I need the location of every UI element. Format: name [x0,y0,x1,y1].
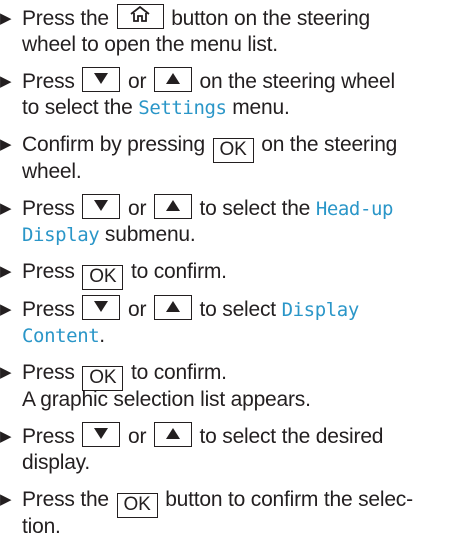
step-9: ▶ Press the OK button to confirm the sele… [0,486,459,540]
step-7-line-1: ▶ Press OK to confirm. [0,359,459,391]
step-4-line-1: ▶ Press or to select the Head-up [0,194,459,221]
step-1-text-c: wheel to open the menu list. [22,33,278,56]
home-button-key [116,4,164,29]
step-1: ▶ Press the button on the steering wheel … [0,4,459,58]
step-8-text-d: display. [22,451,91,474]
bullet-arrow-icon: ▶ [0,200,12,217]
home-icon [130,5,150,22]
up-key [153,194,192,219]
step-5-text-b: to confirm. [130,260,227,283]
up-key [153,67,192,92]
step-4-text-d: submenu. [104,223,196,246]
step-6-line-2: Content. [0,322,459,349]
display-content-menu-name-2: Content [22,325,100,347]
step-4: ▶ Press or to select the Head-up Display … [0,194,459,248]
step-6-text-a: Press [22,298,75,321]
bullet-arrow-icon: ▶ [0,263,12,280]
step-8-line-2: display. [0,449,459,476]
step-3-text-b: on the steering [261,133,398,156]
step-9-line-1: ▶ Press the OK button to confirm the sele… [0,486,459,518]
step-2-line-1: ▶ Press or on the steering wheel [0,67,459,94]
down-key [82,194,121,219]
display-content-menu-name-1: Display [281,299,360,321]
down-triangle-icon [94,73,109,84]
down-key [82,295,121,320]
step-3: ▶ Confirm by pressing OK on the steering … [0,131,459,185]
step-8-text-b: or [127,425,147,448]
step-2-line-2: to select the Settings menu. [0,94,459,121]
step-2-text-c: on the steering wheel [199,70,396,93]
step-6-line-1: ▶ Press or to select Display [0,295,459,322]
up-triangle-icon [165,428,180,439]
step-7-line-2: A graphic selection list appears. [0,386,459,413]
up-key [153,295,192,320]
step-5: ▶ Press OK to confirm. [0,258,459,290]
up-triangle-icon [165,73,180,84]
step-1-text-b: button on the steering [171,7,370,30]
step-6-text-d: . [99,324,105,347]
bullet-arrow-icon: ▶ [0,10,12,27]
down-triangle-icon [94,200,109,211]
step-1-text-a: Press the [22,7,109,30]
step-7-text-b: to confirm. [130,361,227,384]
step-7-text-a: Press [22,361,75,384]
step-9-line-2: tion. [0,513,459,540]
step-8-text-a: Press [22,425,75,448]
step-9-text-b: button to confirm the selec- [165,488,413,511]
bullet-arrow-icon: ▶ [0,364,12,381]
up-key [153,422,192,447]
up-triangle-icon [165,301,180,312]
ok-key: OK [212,138,254,163]
step-8: ▶ Press or to select the desired display. [0,422,459,476]
step-2-text-a: Press [22,70,75,93]
step-3-line-1: ▶ Confirm by pressing OK on the steering [0,131,459,163]
step-2-text-e: menu. [232,96,290,119]
step-4-text-c: to select the [199,197,311,220]
down-triangle-icon [94,428,109,439]
step-4-text-a: Press [22,197,75,220]
step-4-text-b: or [127,197,147,220]
step-6-text-b: or [127,298,147,321]
step-2-text-b: or [127,70,147,93]
step-6-text-c: to select [199,298,277,321]
step-1-line-2: wheel to open the menu list. [0,31,459,58]
step-8-line-1: ▶ Press or to select the desired [0,422,459,449]
step-5-line-1: ▶ Press OK to confirm. [0,258,459,290]
instruction-document: ▶ Press the button on the steering wheel … [0,0,459,541]
bullet-arrow-icon: ▶ [0,428,12,445]
down-key [82,422,121,447]
step-6: ▶ Press or to select Display Content. [0,295,459,349]
up-triangle-icon [165,200,180,211]
ok-key: OK [82,265,124,290]
display-menu-name: Display [22,224,100,246]
bullet-arrow-icon: ▶ [0,301,12,318]
down-key [82,67,121,92]
step-5-text-a: Press [22,260,75,283]
step-7-text-c: A graphic selection list appears. [22,388,311,411]
step-4-line-2: Display submenu. [0,221,459,248]
step-3-text-c: wheel. [22,160,82,183]
step-3-text-a: Confirm by pressing [22,133,205,156]
ok-key: OK [116,493,158,518]
step-1-line-1: ▶ Press the button on the steering [0,4,459,31]
step-2: ▶ Press or on the steering wheel to selec… [0,67,459,121]
step-9-text-a: Press the [22,488,109,511]
bullet-arrow-icon: ▶ [0,491,12,508]
head-up-menu-name: Head-up [315,198,394,220]
down-triangle-icon [94,301,109,312]
bullet-arrow-icon: ▶ [0,136,12,153]
step-7: ▶ Press OK to confirm. A graphic selectio… [0,359,459,413]
bullet-arrow-icon: ▶ [0,73,12,90]
step-9-text-c: tion. [22,515,61,538]
step-8-text-c: to select the desired [199,425,384,448]
step-2-text-d: to select the [22,96,133,119]
settings-menu-name: Settings [138,97,227,119]
